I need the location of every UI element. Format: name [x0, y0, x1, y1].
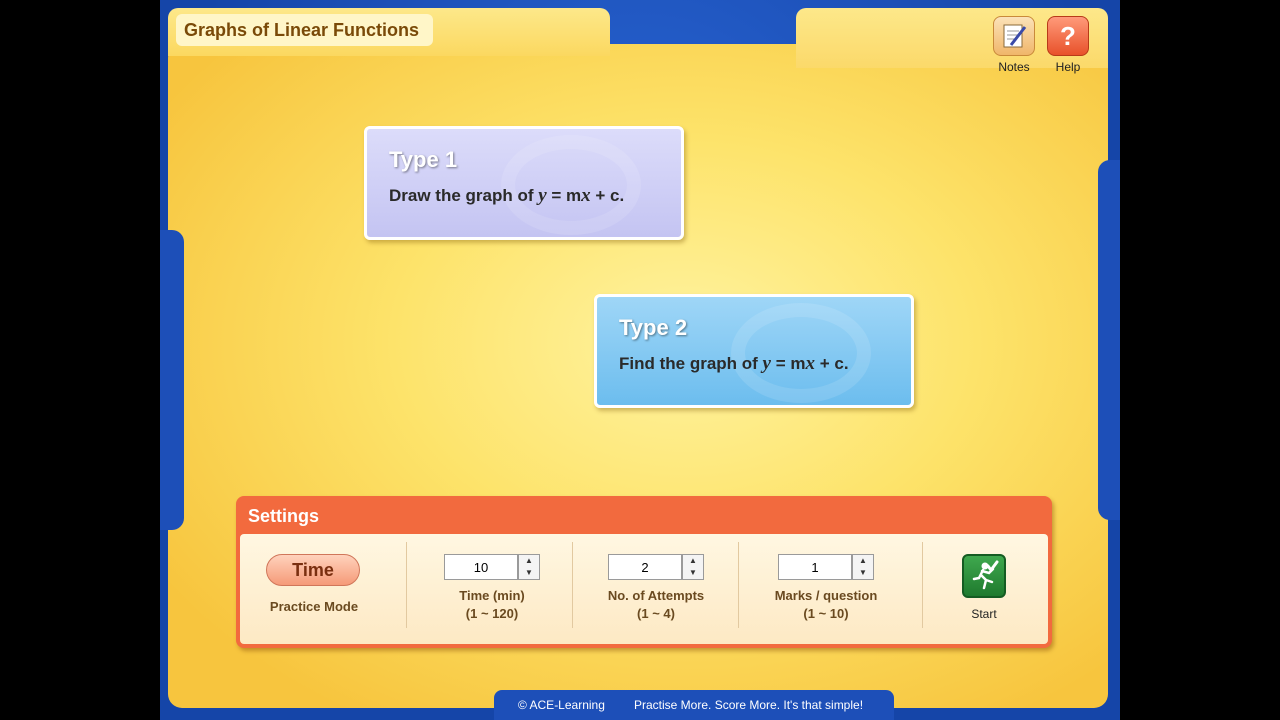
footer: © ACE-Learning Practise More. Score More…: [494, 690, 894, 720]
divider: [406, 542, 407, 628]
settings-panel: Settings Time Practice Mode ▲ ▼ Time (mi…: [236, 496, 1052, 648]
divider: [738, 542, 739, 628]
help-button[interactable]: ? Help: [1042, 16, 1094, 74]
spin-up-icon[interactable]: ▲: [853, 555, 873, 567]
attempts-stepper-arrows: ▲ ▼: [682, 554, 704, 580]
type-1-title: Type 1: [389, 147, 458, 172]
spin-down-icon[interactable]: ▼: [519, 567, 539, 579]
marks-setting: ▲ ▼ Marks / question (1 ~ 10): [746, 554, 906, 621]
time-range: (1 ~ 120): [465, 606, 519, 621]
spin-down-icon[interactable]: ▼: [853, 567, 873, 579]
spin-up-icon[interactable]: ▲: [683, 555, 703, 567]
mode-toggle-button[interactable]: Time: [266, 554, 360, 586]
help-label: Help: [1055, 60, 1081, 74]
attempts-setting: ▲ ▼ No. of Attempts (1 ~ 4): [576, 554, 736, 621]
type-2-title: Type 2: [619, 315, 688, 340]
settings-title: Settings: [248, 506, 320, 526]
start-button[interactable]: [962, 554, 1006, 598]
divider: [572, 542, 573, 628]
time-label: Time (min): [459, 588, 525, 603]
marks-stepper: ▲ ▼: [778, 554, 874, 580]
time-input[interactable]: [444, 554, 518, 580]
type-2-description: Find the graph of y = mx + c.: [619, 353, 849, 374]
start-label: Start: [971, 607, 997, 621]
notes-button[interactable]: Notes: [988, 16, 1040, 74]
page-title: Graphs of Linear Functions: [176, 14, 434, 46]
frame-notch: [1098, 160, 1120, 520]
marks-label: Marks / question: [774, 588, 878, 603]
type-1-description: Draw the graph of y = mx + c.: [389, 185, 625, 206]
notes-label: Notes: [998, 60, 1030, 74]
attempts-input[interactable]: [608, 554, 682, 580]
marks-range: (1 ~ 10): [803, 606, 849, 621]
attempts-stepper: ▲ ▼: [608, 554, 704, 580]
mode-label: Practice Mode: [269, 599, 359, 614]
type-2-card[interactable]: Type 2 Find the graph of y = mx + c.: [594, 294, 914, 408]
spin-down-icon[interactable]: ▼: [683, 567, 703, 579]
notes-icon: [993, 16, 1035, 56]
marks-stepper-arrows: ▲ ▼: [852, 554, 874, 580]
divider: [922, 542, 923, 628]
time-stepper: ▲ ▼: [444, 554, 540, 580]
settings-body: Time Practice Mode ▲ ▼ Time (min) (1 ~ 1…: [240, 534, 1048, 644]
time-setting: ▲ ▼ Time (min) (1 ~ 120): [412, 554, 572, 621]
attempts-label: No. of Attempts: [607, 588, 705, 603]
help-icon: ?: [1047, 16, 1089, 56]
copyright-text: © ACE-Learning: [518, 698, 605, 712]
page-title-text: Graphs of Linear Functions: [184, 19, 420, 40]
type-1-card[interactable]: Type 1 Draw the graph of y = mx + c.: [364, 126, 684, 240]
spin-up-icon[interactable]: ▲: [519, 555, 539, 567]
attempts-range: (1 ~ 4): [637, 606, 675, 621]
app-window: Graphs of Linear Functions Notes ? Help …: [160, 0, 1120, 720]
marks-input[interactable]: [778, 554, 852, 580]
time-stepper-arrows: ▲ ▼: [518, 554, 540, 580]
start-icon: [972, 560, 999, 590]
slogan-text: Practise More. Score More. It's that sim…: [634, 698, 864, 712]
frame-notch: [160, 230, 184, 530]
